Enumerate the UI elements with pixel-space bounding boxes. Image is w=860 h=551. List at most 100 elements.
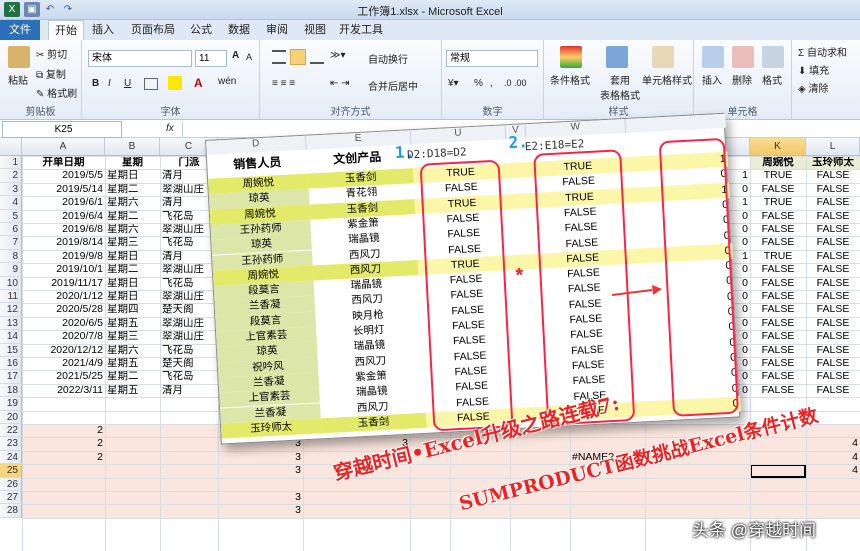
value-cell[interactable] [22, 504, 105, 517]
name-box[interactable]: K25 [2, 121, 122, 138]
value-cell[interactable]: 2 [22, 424, 105, 437]
fx-button[interactable]: fx [166, 123, 174, 134]
match-cell[interactable]: FALSE [806, 290, 860, 303]
border-icon[interactable] [144, 78, 158, 90]
value-cell[interactable] [22, 478, 105, 491]
autosum-button[interactable]: Σ 自动求和 [798, 44, 847, 59]
match-cell[interactable]: FALSE [806, 236, 860, 249]
match-cell[interactable]: FALSE [750, 210, 806, 223]
underline-button[interactable]: U [124, 78, 131, 89]
value-cell[interactable] [806, 478, 860, 491]
align-bottom-icon[interactable] [310, 50, 324, 64]
wrap-text-button[interactable]: 自动换行 [368, 51, 408, 66]
insert-cells-icon[interactable] [702, 46, 724, 68]
date-cell[interactable]: 2019/9/8 [22, 250, 105, 263]
decimal-icon[interactable]: .0 .00 [504, 78, 527, 88]
sect-cell[interactable]: 飞花岛 [160, 277, 218, 290]
tab-review[interactable]: 审阅 [262, 20, 292, 40]
paste-button[interactable]: 粘贴 [8, 72, 28, 87]
match-cell[interactable]: FALSE [750, 357, 806, 370]
row-header[interactable]: 24 [0, 450, 22, 465]
tab-file[interactable]: 文件 [0, 20, 40, 40]
value-cell[interactable] [750, 451, 806, 464]
value-cell[interactable]: 3 [218, 504, 303, 517]
copy-button[interactable]: ⧉ 复制 [36, 66, 66, 81]
row-header[interactable]: 8 [0, 249, 22, 264]
match-cell[interactable]: FALSE [750, 263, 806, 276]
row-header[interactable]: 7 [0, 236, 22, 250]
font-size-select[interactable]: 11 [195, 50, 227, 67]
sect-cell[interactable]: 飞花岛 [160, 344, 218, 357]
sect-cell[interactable]: 翠湖山庄 [160, 317, 218, 330]
match-cell[interactable]: FALSE [806, 196, 860, 209]
tab-home[interactable]: 开始 [48, 20, 84, 40]
orientation-icon[interactable]: ≫▾ [330, 50, 346, 61]
match-cell[interactable]: FALSE [806, 223, 860, 236]
phonetic-button[interactable]: wén [218, 76, 236, 87]
format-cells-icon[interactable] [762, 46, 784, 68]
cut-button[interactable]: ✂ 剪切 [36, 46, 67, 61]
comma-icon[interactable]: , [490, 78, 493, 89]
row-header[interactable]: 28 [0, 504, 22, 518]
fill-color-icon[interactable] [168, 76, 182, 90]
match-cell[interactable]: FALSE [806, 344, 860, 357]
weekday-cell[interactable]: 星期二 [105, 210, 160, 223]
date-cell[interactable]: 2020/6/5 [22, 317, 105, 330]
row-header[interactable]: 3 [0, 182, 22, 197]
date-cell[interactable]: 2021/5/25 [22, 370, 105, 383]
date-cell[interactable]: 2020/1/12 [22, 290, 105, 303]
row-header[interactable]: 9 [0, 263, 22, 277]
row-header[interactable]: 5 [0, 209, 22, 223]
row-header[interactable]: 11 [0, 290, 22, 304]
match-cell[interactable]: TRUE [750, 169, 806, 182]
match-cell[interactable]: FALSE [750, 223, 806, 236]
weekday-cell[interactable]: 星期四 [105, 303, 160, 316]
fill-button[interactable]: ⬇ 填充 [798, 62, 829, 77]
row-header[interactable]: 12 [0, 303, 22, 317]
font-color-icon[interactable]: A [194, 76, 203, 90]
header-cell[interactable]: 玉玲师太 [806, 156, 860, 170]
match-cell[interactable]: FALSE [750, 370, 806, 383]
column-header-l[interactable]: L [806, 138, 860, 156]
header-cell[interactable]: 周婉悦 [750, 156, 806, 170]
date-cell[interactable]: 2019/8/14 [22, 236, 105, 249]
match-cell[interactable]: FALSE [750, 303, 806, 316]
match-cell[interactable]: FALSE [806, 384, 860, 397]
value-cell[interactable] [750, 491, 806, 504]
match-cell[interactable]: FALSE [806, 330, 860, 343]
weekday-cell[interactable]: 星期五 [105, 317, 160, 330]
match-cell[interactable]: FALSE [806, 210, 860, 223]
italic-button[interactable]: I [108, 78, 111, 89]
row-header[interactable]: 6 [0, 223, 22, 237]
font-name-select[interactable]: 宋体 [88, 50, 192, 67]
weekday-cell[interactable]: 星期二 [105, 263, 160, 276]
date-cell[interactable]: 2019/5/14 [22, 183, 105, 196]
percent-button[interactable]: % [474, 78, 483, 89]
value-cell[interactable]: 2 [22, 437, 105, 450]
grow-font-button[interactable]: A [232, 50, 239, 61]
insert-cells-button[interactable]: 插入 [702, 72, 722, 87]
cell-style-button[interactable]: 单元格样式 [642, 72, 692, 87]
align-left-icon[interactable]: ≡ ≡ ≡ [272, 78, 295, 89]
date-cell[interactable]: 2019/6/4 [22, 210, 105, 223]
weekday-cell[interactable]: 星期六 [105, 196, 160, 209]
row-header[interactable]: 23 [0, 437, 22, 451]
match-cell[interactable]: FALSE [750, 277, 806, 290]
match-cell[interactable]: FALSE [806, 370, 860, 383]
date-cell[interactable]: 2019/5/5 [22, 169, 105, 182]
date-cell[interactable]: 2019/6/8 [22, 223, 105, 236]
sect-cell[interactable]: 飞花岛 [160, 370, 218, 383]
row-header[interactable]: 14 [0, 330, 22, 344]
row-header[interactable]: 16 [0, 357, 22, 371]
merge-center-button[interactable]: 合并后居中 [368, 78, 418, 93]
weekday-cell[interactable]: 星期日 [105, 290, 160, 303]
match-cell[interactable]: FALSE [806, 357, 860, 370]
value-cell[interactable]: 4 [806, 437, 860, 450]
sect-cell[interactable]: 楚天阁 [160, 303, 218, 316]
weekday-cell[interactable]: 星期日 [105, 169, 160, 182]
cell-style-icon[interactable] [652, 46, 674, 68]
date-cell[interactable]: 2019/11/17 [22, 277, 105, 290]
date-cell[interactable]: 2021/4/9 [22, 357, 105, 370]
value-cell[interactable]: 4 [806, 451, 860, 464]
row-header[interactable]: 15 [0, 343, 22, 357]
